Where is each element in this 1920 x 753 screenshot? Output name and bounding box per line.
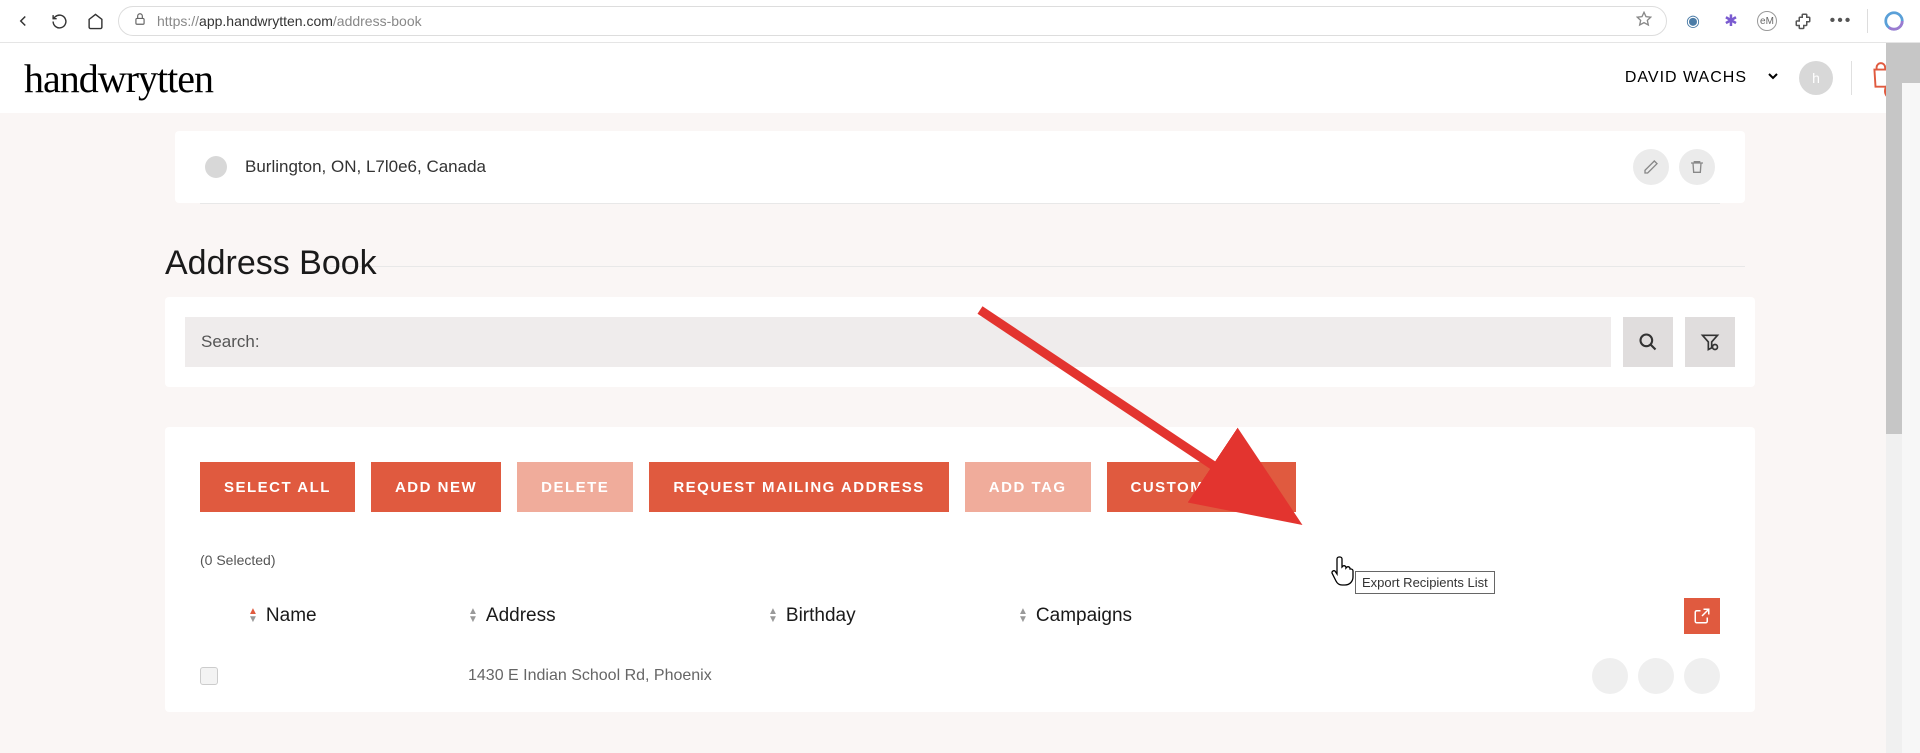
copilot-icon[interactable] bbox=[1882, 9, 1906, 33]
search-panel: Search: bbox=[165, 297, 1755, 387]
divider bbox=[330, 266, 1745, 267]
logo[interactable]: handwrytten bbox=[24, 55, 213, 102]
row-action-1[interactable] bbox=[1592, 658, 1628, 694]
header-right: DAVID WACHS h 1 bbox=[1625, 61, 1896, 96]
avatar[interactable]: h bbox=[1799, 61, 1833, 95]
table-header: ▲▼ Name ▲▼ Address ▲▼ Birthday ▲▼ Campai… bbox=[200, 592, 1720, 640]
search-label: Search: bbox=[201, 332, 260, 352]
export-button[interactable] bbox=[1684, 598, 1720, 634]
delete-button[interactable] bbox=[1679, 149, 1715, 185]
extensions-icon[interactable] bbox=[1791, 9, 1815, 33]
sort-icon[interactable]: ▲▼ bbox=[248, 608, 258, 624]
url-bar[interactable]: https://app.handwrytten.com/address-book bbox=[118, 6, 1667, 36]
home-icon[interactable] bbox=[86, 12, 104, 30]
column-name[interactable]: ▲▼ Name bbox=[248, 605, 468, 627]
divider bbox=[1851, 61, 1852, 95]
address-preview-text: Burlington, ON, L7l0e6, Canada bbox=[245, 157, 486, 177]
page-title: Address Book bbox=[165, 244, 1920, 283]
app-container: handwrytten DAVID WACHS h 1 Burlington, … bbox=[0, 43, 1920, 753]
filter-button[interactable] bbox=[1685, 317, 1735, 367]
url-text: https://app.handwrytten.com/address-book bbox=[157, 13, 1626, 29]
divider bbox=[1867, 9, 1868, 33]
content: Burlington, ON, L7l0e6, Canada Address B… bbox=[0, 113, 1920, 712]
row-checkbox[interactable] bbox=[200, 667, 218, 685]
ext-icon-2[interactable]: ✱ bbox=[1719, 9, 1743, 33]
more-icon[interactable]: ••• bbox=[1829, 9, 1853, 33]
lock-icon bbox=[133, 12, 147, 31]
export-tooltip: Export Recipients List bbox=[1355, 571, 1495, 594]
add-tag-button[interactable]: ADD TAG bbox=[965, 462, 1091, 512]
nav-icons bbox=[14, 12, 104, 30]
favorite-icon[interactable] bbox=[1636, 11, 1652, 32]
edit-button[interactable] bbox=[1633, 149, 1669, 185]
address-dot bbox=[205, 156, 227, 178]
column-address[interactable]: ▲▼ Address bbox=[468, 605, 768, 627]
button-row: SELECT ALL ADD NEW DELETE REQUEST MAILIN… bbox=[200, 462, 1720, 512]
refresh-icon[interactable] bbox=[50, 12, 68, 30]
cursor-icon bbox=[1330, 555, 1358, 592]
add-new-button[interactable]: ADD NEW bbox=[371, 462, 501, 512]
row-action-2[interactable] bbox=[1638, 658, 1674, 694]
request-mailing-button[interactable]: REQUEST MAILING ADDRESS bbox=[649, 462, 948, 512]
chevron-down-icon[interactable] bbox=[1765, 68, 1781, 89]
sort-icon[interactable]: ▲▼ bbox=[768, 608, 778, 624]
search-button[interactable] bbox=[1623, 317, 1673, 367]
user-name[interactable]: DAVID WACHS bbox=[1625, 69, 1747, 87]
table-row: 1430 E Indian School Rd, Phoenix bbox=[200, 640, 1720, 712]
browser-scrollbar-thumb[interactable] bbox=[1902, 43, 1920, 83]
custom-fields-button[interactable]: CUSTOM FIELDS bbox=[1107, 462, 1297, 512]
select-all-button[interactable]: SELECT ALL bbox=[200, 462, 355, 512]
divider bbox=[200, 203, 1720, 204]
app-scrollbar[interactable] bbox=[1886, 43, 1902, 753]
delete-button[interactable]: DELETE bbox=[517, 462, 633, 512]
column-birthday[interactable]: ▲▼ Birthday bbox=[768, 605, 1018, 627]
app-scrollbar-thumb[interactable] bbox=[1886, 43, 1902, 434]
sort-icon[interactable]: ▲▼ bbox=[1018, 608, 1028, 624]
table-panel: SELECT ALL ADD NEW DELETE REQUEST MAILIN… bbox=[165, 427, 1755, 712]
browser-bar: https://app.handwrytten.com/address-book… bbox=[0, 0, 1920, 43]
address-preview-row: Burlington, ON, L7l0e6, Canada bbox=[175, 131, 1745, 203]
column-campaigns[interactable]: ▲▼ Campaigns bbox=[1018, 605, 1684, 627]
sort-icon[interactable]: ▲▼ bbox=[468, 608, 478, 624]
ext-icon-3[interactable]: eM bbox=[1757, 11, 1777, 31]
row-action-3[interactable] bbox=[1684, 658, 1720, 694]
browser-scrollbar[interactable] bbox=[1902, 43, 1920, 753]
search-input[interactable]: Search: bbox=[185, 317, 1611, 367]
back-icon[interactable] bbox=[14, 12, 32, 30]
extension-icons: ◉ ✱ eM ••• bbox=[1681, 9, 1906, 33]
selected-count: (0 Selected) bbox=[200, 552, 1720, 568]
app-header: handwrytten DAVID WACHS h 1 bbox=[0, 43, 1920, 113]
cell-address: 1430 E Indian School Rd, Phoenix bbox=[468, 667, 768, 685]
ext-icon-1[interactable]: ◉ bbox=[1681, 9, 1705, 33]
